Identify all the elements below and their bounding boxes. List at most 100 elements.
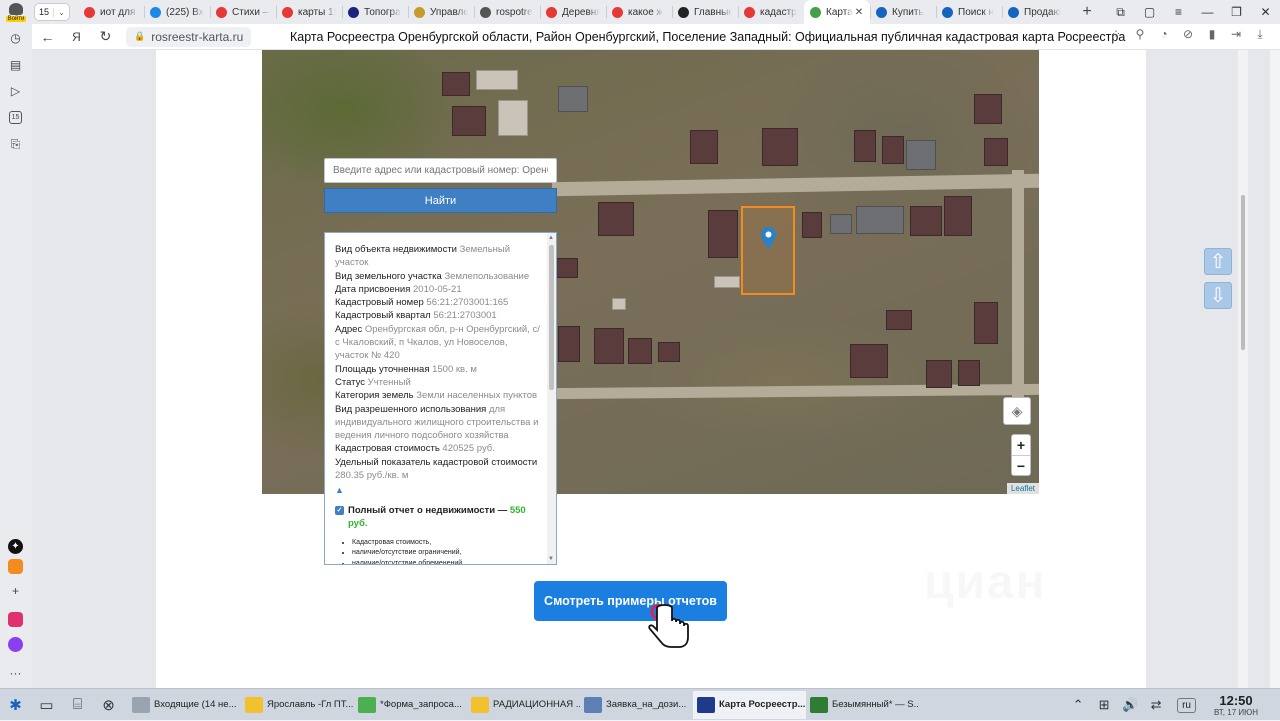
layers-icon[interactable]: ◈ xyxy=(1003,397,1031,425)
network-icon[interactable]: ⊞ xyxy=(1091,697,1117,713)
history-icon[interactable]: ◷ xyxy=(7,29,24,46)
profile-button[interactable]: Войти xyxy=(0,0,32,24)
browser-tab[interactable]: Стихи — xyxy=(210,1,276,23)
more-icon[interactable]: ··· xyxy=(7,664,24,681)
taskbar-task[interactable]: Ярославль -Гл ПТ... xyxy=(241,691,354,719)
bookmarks-icon[interactable]: ▢ xyxy=(1135,5,1164,19)
page-scrollbar[interactable] xyxy=(1238,50,1248,688)
collections-icon[interactable]: ⧉ xyxy=(1106,5,1135,20)
panel-scrollbar[interactable]: ▲ ▼ xyxy=(547,233,556,564)
play-icon[interactable]: ▷ xyxy=(7,82,24,99)
download-icon[interactable]: ⤓ xyxy=(1248,27,1272,42)
view-report-examples-button[interactable]: Смотреть примеры отчетов xyxy=(534,581,727,621)
task-label: РАДИАЦИОННАЯ ... xyxy=(493,699,580,710)
browser-tab[interactable]: Управле xyxy=(408,1,474,23)
browser-tab[interactable]: Топогра xyxy=(342,1,408,23)
map-building xyxy=(802,212,822,238)
scroll-down-arrow-icon[interactable]: ⇩ xyxy=(1204,282,1232,309)
share-icon[interactable]: ⇥ xyxy=(1224,27,1248,42)
language-indicator[interactable]: ru xyxy=(1177,697,1196,713)
alice-icon[interactable] xyxy=(8,637,23,652)
calendar-icon[interactable]: 15 xyxy=(9,111,22,124)
browser-tab[interactable]: Купить xyxy=(870,1,936,23)
taskbar-task[interactable]: Безымянный* — S... xyxy=(806,691,919,719)
map-building xyxy=(850,344,888,378)
protect-icon[interactable]: ⊘ xyxy=(1176,27,1200,42)
scroll-up-arrow-icon[interactable]: ⇧ xyxy=(1204,248,1232,275)
scroll-down-icon[interactable]: ▼ xyxy=(548,556,554,562)
browser-tab[interactable]: rospotre xyxy=(474,1,540,23)
task-label: Входящие (14 не... xyxy=(154,699,237,710)
page-title: Карта Росреестра Оренбургской области, Р… xyxy=(290,30,1126,44)
ai-icon[interactable]: ✦ xyxy=(8,539,23,554)
collapse-toggle[interactable]: ▲ xyxy=(335,484,540,497)
taskbar-task[interactable]: Входящие (14 не... xyxy=(128,691,241,719)
yandex-icon[interactable]: Я xyxy=(62,30,91,44)
zoom-in-button[interactable]: + xyxy=(1012,435,1030,455)
map-building xyxy=(910,206,942,236)
browser-tab[interactable]: иот для ч xyxy=(78,1,144,23)
file-manager-icon[interactable]: ⌸ xyxy=(62,691,93,719)
reload-button[interactable]: ↻ xyxy=(91,28,120,45)
map-attribution[interactable]: Leaflet xyxy=(1006,483,1039,494)
bookmark-icon[interactable]: ▮ xyxy=(1200,27,1224,42)
close-window-button[interactable]: ✕ xyxy=(1251,5,1280,19)
browser-tab[interactable]: какое ж xyxy=(606,1,672,23)
tab-count-button[interactable]: 15 ⌄ xyxy=(34,3,71,21)
tab-label: Главные xyxy=(694,6,733,18)
taskbar-task[interactable]: РАДИАЦИОННАЯ ... xyxy=(467,691,580,719)
address-actions: ⁘ ⚲ ◔ ⊘ ▮ ⇥ ⤓ xyxy=(1104,27,1272,42)
tab-label: (225) Вхо xyxy=(166,6,204,18)
map-building xyxy=(856,206,904,234)
task-app-icon xyxy=(584,696,602,713)
page-scroll-thumb[interactable] xyxy=(1241,195,1245,350)
close-tab-icon[interactable]: ✕ xyxy=(855,7,863,18)
desktop-icon[interactable]: ▭ xyxy=(31,691,62,719)
browser-tab[interactable]: Поиск н xyxy=(936,1,1002,23)
browser-tab[interactable]: Карта ✕ xyxy=(804,0,871,24)
music-icon[interactable] xyxy=(8,612,23,627)
new-tab-button[interactable]: + xyxy=(1074,3,1100,21)
notes-icon[interactable]: ▤ xyxy=(7,56,24,73)
screenshot-icon[interactable]: ⎘ xyxy=(7,136,24,153)
browser-tab[interactable]: (225) Вхо xyxy=(144,1,210,23)
volume-icon[interactable]: 🔊 xyxy=(1117,697,1143,713)
checkbox-checked-icon[interactable]: ✓ xyxy=(335,505,344,515)
sync-icon[interactable]: ⇄ xyxy=(1143,697,1169,713)
scroll-up-icon[interactable]: ▲ xyxy=(548,235,554,241)
start-menu-icon[interactable]: ✱ xyxy=(0,691,31,719)
restore-button[interactable]: ❐ xyxy=(1222,5,1251,19)
translate-icon[interactable]: ⚲ xyxy=(1128,27,1152,42)
add-panel-icon[interactable]: + xyxy=(7,582,24,599)
tray-expand-icon[interactable]: ⌃ xyxy=(1065,697,1091,713)
mail-icon[interactable] xyxy=(8,559,23,574)
panel-scroll-thumb[interactable] xyxy=(549,245,554,390)
back-button[interactable]: ← xyxy=(33,29,62,45)
map-building xyxy=(714,276,740,288)
search-input[interactable] xyxy=(324,158,557,183)
browser-tab[interactable]: Деревня xyxy=(540,1,606,23)
browser-tab[interactable]: карты 1! xyxy=(276,1,342,23)
browser-tab[interactable]: кадастр xyxy=(738,1,804,23)
clock-date: ВТ, 17 ИЮН xyxy=(1214,707,1258,717)
search-button[interactable]: Найти xyxy=(324,188,557,213)
property-info-panel[interactable]: Вид объекта недвижимости Земельный участ… xyxy=(324,232,557,565)
zoom-out-button[interactable]: − xyxy=(1012,455,1030,475)
taskbar-task[interactable]: Карта Росреестр... xyxy=(693,690,806,719)
browser-tab[interactable]: Продаю xyxy=(1002,1,1068,23)
taskbar-task[interactable]: *Форма_запроса... xyxy=(354,691,467,719)
tab-label: кадастр xyxy=(760,6,797,18)
minimize-button[interactable]: — xyxy=(1193,5,1222,19)
map-marker-icon[interactable] xyxy=(761,227,776,249)
reader-icon[interactable]: ◔ xyxy=(1152,27,1176,42)
full-report-option[interactable]: ✓ Полный отчет о недвижимости — 550 руб. xyxy=(335,504,540,530)
taskbar-task[interactable]: Заявка_на_дози... xyxy=(580,691,693,719)
selected-land-plot[interactable] xyxy=(741,206,795,295)
close-circle-icon[interactable]: ⊗ xyxy=(93,691,124,719)
info-row: Вид объекта недвижимости Земельный участ… xyxy=(335,243,540,270)
url-field[interactable]: 🔒 rosreestr-karta.ru xyxy=(126,26,252,47)
menu-icon[interactable]: ≡ xyxy=(1164,5,1193,19)
clock[interactable]: 12:50 ВТ, 17 ИЮН xyxy=(1204,693,1268,717)
browser-tab[interactable]: Главные xyxy=(672,1,738,23)
apps-icon[interactable]: ⁘ xyxy=(1104,27,1128,42)
